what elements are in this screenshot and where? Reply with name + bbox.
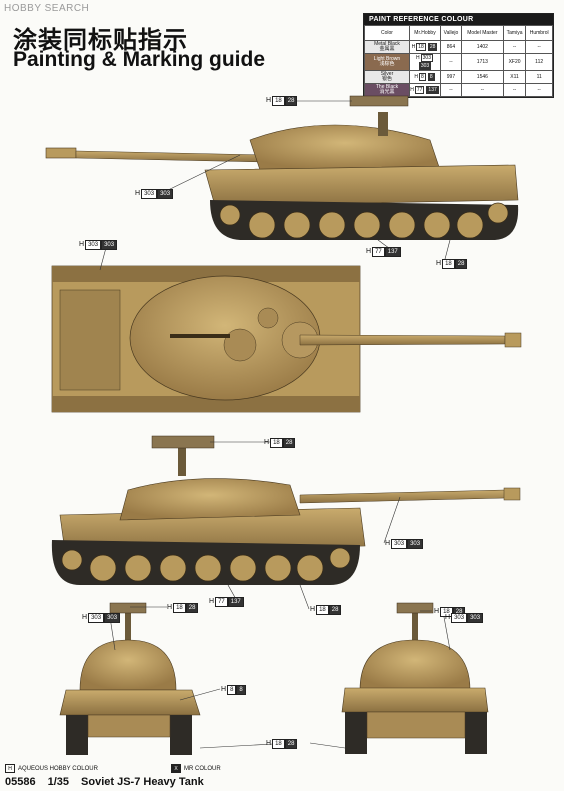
col-modelmaster: Model Master bbox=[460, 25, 504, 41]
vallejo-code: -- bbox=[440, 83, 462, 97]
mrhobby-code: H 77 137 bbox=[409, 83, 441, 97]
callout-side2-track: H 77 137 bbox=[209, 596, 244, 607]
vallejo-code: 997 bbox=[440, 70, 462, 84]
modelmaster-code: 1713 bbox=[460, 53, 504, 71]
legend-mr-colour: X MR COLOUR bbox=[171, 764, 221, 773]
callout-front-light: H88 bbox=[221, 684, 246, 695]
col-mrhobby: Mr.Hobby bbox=[409, 25, 441, 41]
paint-table-heading: PAINT REFERENCE COLOUR bbox=[364, 14, 553, 25]
swatch-the-black: The Black 消光黑 bbox=[364, 83, 410, 97]
rear-view bbox=[341, 602, 489, 754]
top-view bbox=[51, 265, 522, 413]
col-color: Color bbox=[364, 25, 410, 41]
paint-reference-table: PAINT REFERENCE COLOUR Color Mr.Hobby Va… bbox=[363, 13, 554, 98]
mrhobby-code: H 303303 bbox=[409, 53, 441, 71]
callout-front-mg: H 18 28 bbox=[167, 602, 199, 613]
watermark: HOBBY SEARCH bbox=[4, 3, 90, 14]
product-name: Soviet JS-7 Heavy Tank bbox=[81, 776, 204, 788]
callout-front-hull: H 303 303 bbox=[82, 612, 121, 623]
col-humbrol: Humbrol bbox=[525, 25, 553, 41]
humbrol-code: -- bbox=[525, 83, 553, 97]
tamiya-code: XF20 bbox=[502, 53, 527, 71]
callout-side1-mg: H 18 28 bbox=[266, 95, 298, 106]
vallejo-code: -- bbox=[440, 53, 462, 71]
callout-rear-hull: H 303 303 bbox=[445, 612, 484, 623]
paint-row: Silver 银色 H88 997 1546 X11 11 bbox=[364, 70, 553, 84]
modelmaster-code: 1402 bbox=[460, 40, 504, 54]
product-code: 05586 bbox=[5, 776, 36, 788]
legend-aqueous: H AQUEOUS HOBBY COLOUR bbox=[5, 764, 98, 773]
paint-row: The Black 消光黑 H 77 137 -- -- -- -- bbox=[364, 83, 553, 97]
col-tamiya: Tamiya bbox=[502, 25, 527, 41]
side-view-bottom bbox=[51, 435, 521, 585]
humbrol-code: 112 bbox=[525, 53, 553, 71]
modelmaster-code: -- bbox=[460, 83, 504, 97]
mrhobby-code: H88 bbox=[409, 70, 441, 84]
front-view bbox=[59, 602, 201, 755]
vallejo-code: 864 bbox=[440, 40, 462, 54]
tamiya-code: -- bbox=[502, 40, 527, 54]
side-view-top bbox=[45, 95, 519, 240]
callout-side2-mg: H 18 28 bbox=[264, 437, 296, 448]
swatch-silver: Silver 银色 bbox=[364, 70, 410, 84]
callout-side1-track: H 77 137 bbox=[366, 246, 401, 257]
swatch-light-brown: Light Brown 浅棕色 bbox=[364, 53, 410, 71]
humbrol-code: -- bbox=[525, 40, 553, 54]
callout-side1-hull: H 303 303 bbox=[135, 188, 174, 199]
scale: 1/35 bbox=[47, 776, 70, 788]
callout-side1-wheel: H 18 28 bbox=[436, 258, 468, 269]
mrhobby-code: H 18 28 bbox=[409, 40, 441, 54]
tamiya-code: -- bbox=[502, 83, 527, 97]
col-vallejo: Vallejo bbox=[440, 25, 462, 41]
page-title: Painting & Marking guide bbox=[13, 48, 266, 71]
callout-side2-hull: H 303 303 bbox=[385, 538, 424, 549]
callout-side2-wheel: H 18 28 bbox=[310, 604, 342, 615]
tamiya-code: X11 bbox=[502, 70, 527, 84]
paint-row: Metal Black 金属黑 H 18 28 864 1402 -- -- bbox=[364, 40, 553, 54]
modelmaster-code: 1546 bbox=[460, 70, 504, 84]
humbrol-code: 11 bbox=[525, 70, 553, 84]
callout-top-hull: H 303 303 bbox=[79, 239, 118, 250]
footer: 05586 1/35 Soviet JS-7 Heavy Tank bbox=[5, 776, 204, 788]
tank-side-view-left bbox=[45, 95, 522, 755]
callout-bottom-track: H 18 28 bbox=[266, 738, 298, 749]
paint-row: Light Brown 浅棕色 H 303303 -- 1713 XF20 112 bbox=[364, 53, 553, 71]
swatch-metal-black: Metal Black 金属黑 bbox=[364, 40, 410, 54]
